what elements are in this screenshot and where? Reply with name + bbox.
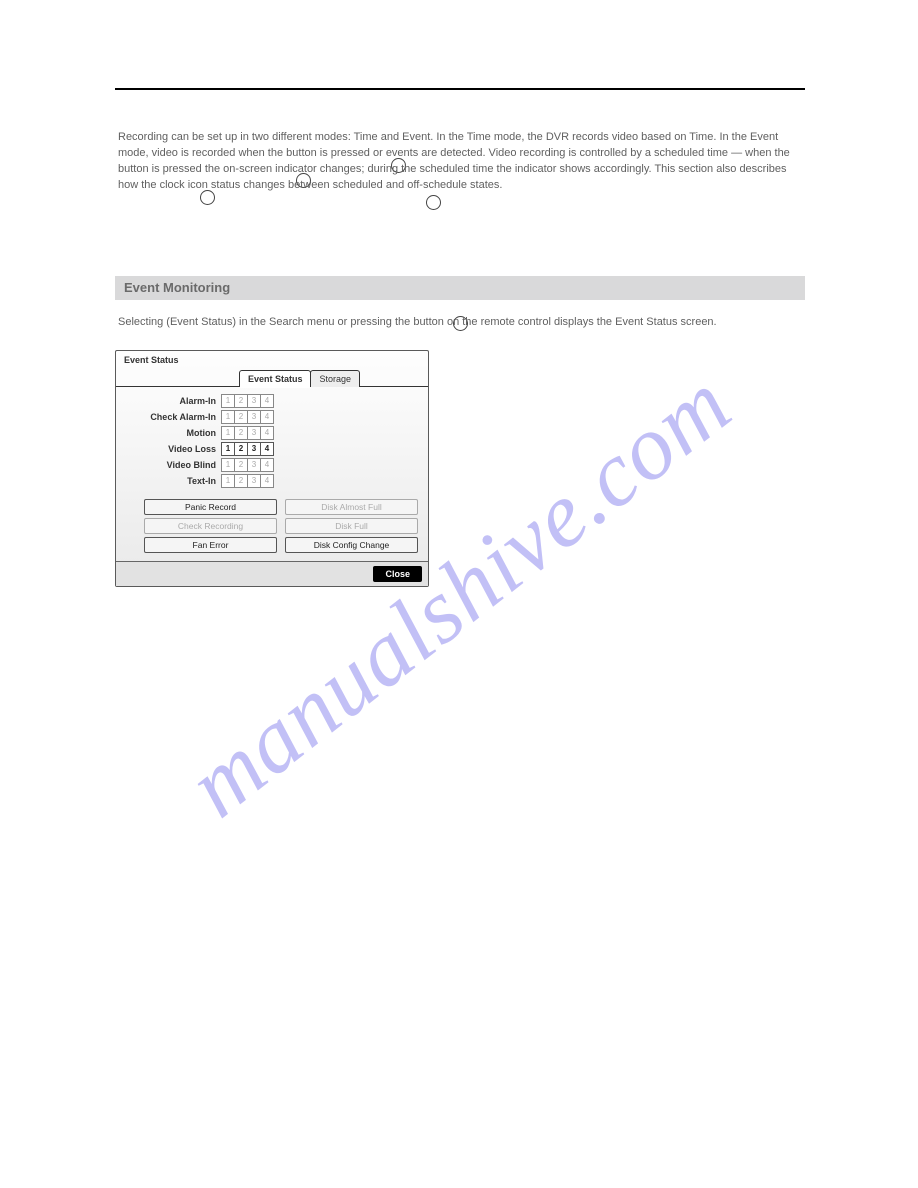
row-label: Text-In [126, 476, 222, 486]
channel-cell[interactable]: 3 [247, 474, 261, 488]
dialog-title: Event Status [116, 351, 428, 365]
channel-cell[interactable]: 4 [260, 442, 274, 456]
channel-cell[interactable]: 4 [260, 410, 274, 424]
clock-icon [426, 195, 441, 210]
event-row: Motion1234 [126, 425, 418, 441]
channel-cell[interactable]: 1 [221, 394, 235, 408]
body-paragraph: Selecting (Event Status) in the Search m… [118, 315, 798, 331]
channel-cell[interactable]: 2 [234, 426, 248, 440]
dialog-footer: Close [116, 561, 428, 586]
channel-cell[interactable]: 2 [234, 458, 248, 472]
event-rows: Alarm-In1234Check Alarm-In1234Motion1234… [116, 387, 428, 495]
event-row: Video Blind1234 [126, 457, 418, 473]
channel-cell[interactable]: 3 [247, 458, 261, 472]
channel-cell[interactable]: 3 [247, 410, 261, 424]
channel-cell[interactable]: 2 [234, 474, 248, 488]
channel-cell[interactable]: 2 [234, 410, 248, 424]
channel-cell[interactable]: 1 [221, 410, 235, 424]
channel-cell[interactable]: 1 [221, 458, 235, 472]
row-label: Motion [126, 428, 222, 438]
status-check-recording[interactable]: Check Recording [144, 518, 277, 534]
row-label: Video Loss [126, 444, 222, 454]
channel-cell[interactable]: 4 [260, 474, 274, 488]
tab-event-status[interactable]: Event Status [239, 370, 312, 387]
channel-cell[interactable]: 4 [260, 394, 274, 408]
event-status-dialog: Event Status Event StatusStorage Alarm-I… [115, 350, 429, 587]
event-row: Alarm-In1234 [126, 393, 418, 409]
status-grid: Panic Record Disk Almost Full Check Record… [116, 495, 428, 561]
status-disk-config-change[interactable]: Disk Config Change [285, 537, 418, 553]
channel-cell[interactable]: 1 [221, 426, 235, 440]
tab-strip: Event StatusStorage [116, 367, 428, 387]
channel-cell[interactable]: 1 [221, 474, 235, 488]
event-row: Text-In1234 [126, 473, 418, 489]
channel-cell[interactable]: 2 [234, 394, 248, 408]
status-disk-full[interactable]: Disk Full [285, 518, 418, 534]
channel-cell[interactable]: 3 [247, 442, 261, 456]
channel-cell[interactable]: 3 [247, 394, 261, 408]
horizontal-rule [115, 88, 805, 90]
status-fan-error[interactable]: Fan Error [144, 537, 277, 553]
event-row: Video Loss1234 [126, 441, 418, 457]
row-label: Alarm-In [126, 396, 222, 406]
body-paragraph: Recording can be set up in two different… [118, 130, 798, 194]
tab-storage[interactable]: Storage [310, 370, 360, 387]
row-label: Check Alarm-In [126, 412, 222, 422]
channel-cell[interactable]: 4 [260, 426, 274, 440]
status-panic-record[interactable]: Panic Record [144, 499, 277, 515]
close-button[interactable]: Close [373, 566, 422, 582]
status-disk-almost-full[interactable]: Disk Almost Full [285, 499, 418, 515]
channel-cell[interactable]: 1 [221, 442, 235, 456]
channel-cell[interactable]: 3 [247, 426, 261, 440]
channel-cell[interactable]: 4 [260, 458, 274, 472]
channel-cell[interactable]: 2 [234, 442, 248, 456]
section-heading: Event Monitoring [124, 280, 230, 295]
event-row: Check Alarm-In1234 [126, 409, 418, 425]
row-label: Video Blind [126, 460, 222, 470]
